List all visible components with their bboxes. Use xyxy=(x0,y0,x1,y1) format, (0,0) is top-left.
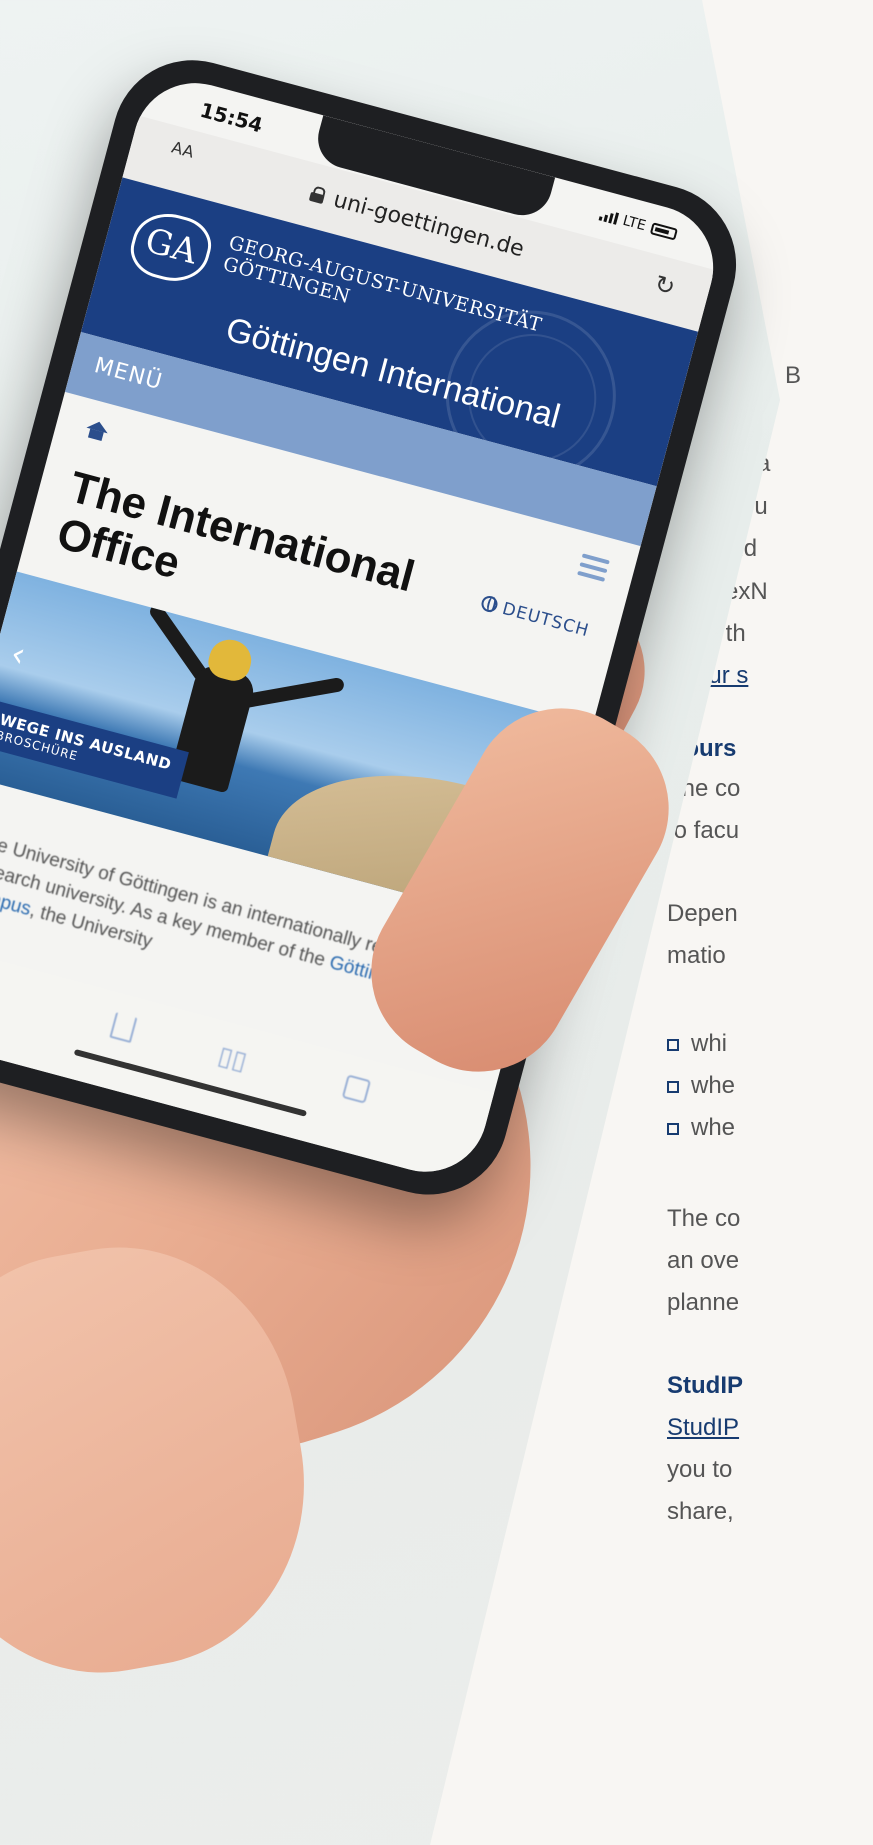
status-indicators: LTE xyxy=(598,207,679,243)
network-label: LTE xyxy=(620,212,648,235)
bookmarks-icon[interactable]: ▯▯ xyxy=(215,1041,250,1077)
signal-icon xyxy=(598,208,619,225)
doc-bullet-text: whe xyxy=(691,1114,736,1141)
document-text: B B ca cou and FlexN for th your s Cours… xyxy=(667,0,873,1845)
hero-badge[interactable]: WEGE INS AUSLAND BROSCHÜRE xyxy=(0,697,189,799)
doc-paragraph: an ove xyxy=(667,1247,740,1274)
doc-paragraph: The co xyxy=(667,775,741,802)
doc-heading-studip: StudIP xyxy=(667,1372,743,1399)
language-switch-label: DEUTSCH xyxy=(500,598,592,642)
doc-fragment: ca xyxy=(745,450,771,477)
doc-paragraph: to facu xyxy=(667,817,740,844)
doc-fragment: B xyxy=(755,408,772,435)
carousel-prev-icon[interactable]: ‹ xyxy=(6,634,29,676)
doc-fragment: B xyxy=(785,362,802,389)
phone-screen: 15:54 LTE AA uni-goettingen.de ↻ GA GEOR… xyxy=(0,69,728,1186)
home-icon[interactable] xyxy=(84,419,110,442)
doc-fragment: for th xyxy=(691,620,746,647)
menu-button[interactable]: MENÜ xyxy=(92,353,166,395)
text-size-button[interactable]: AA xyxy=(170,138,196,162)
doc-bullet-text: whi xyxy=(691,1030,728,1057)
bullet-icon xyxy=(667,1122,679,1135)
globe-icon xyxy=(479,594,500,614)
share-icon[interactable] xyxy=(109,1012,138,1044)
hamburger-menu-icon[interactable] xyxy=(577,553,610,582)
doc-paragraph: you to xyxy=(667,1456,733,1483)
bullet-icon xyxy=(667,1038,679,1051)
status-time: 15:54 xyxy=(197,97,266,138)
doc-fragment: cou xyxy=(729,493,768,520)
tabs-icon[interactable] xyxy=(341,1074,372,1104)
bullet-icon xyxy=(667,1080,679,1093)
university-logo[interactable]: GA xyxy=(124,205,218,290)
doc-link-studip[interactable]: StudIP xyxy=(667,1414,739,1442)
doc-bullet: whi xyxy=(667,1030,727,1058)
lock-icon xyxy=(309,185,327,204)
doc-paragraph: Depen xyxy=(667,900,738,927)
doc-bullet: whe xyxy=(667,1114,735,1142)
doc-bullet: whe xyxy=(667,1072,735,1100)
doc-paragraph: planne xyxy=(667,1289,740,1316)
language-switch[interactable]: DEUTSCH xyxy=(479,593,591,641)
doc-fragment: FlexN xyxy=(705,578,768,605)
doc-paragraph: The co xyxy=(667,1205,741,1232)
doc-paragraph: matio xyxy=(667,942,726,969)
doc-fragment: and xyxy=(717,535,758,562)
doc-bullet-text: whe xyxy=(691,1072,736,1099)
doc-paragraph: share, xyxy=(667,1498,734,1525)
battery-icon xyxy=(649,222,678,241)
doc-link[interactable]: your s xyxy=(683,662,748,690)
doc-heading-courses: Cours xyxy=(667,735,737,762)
